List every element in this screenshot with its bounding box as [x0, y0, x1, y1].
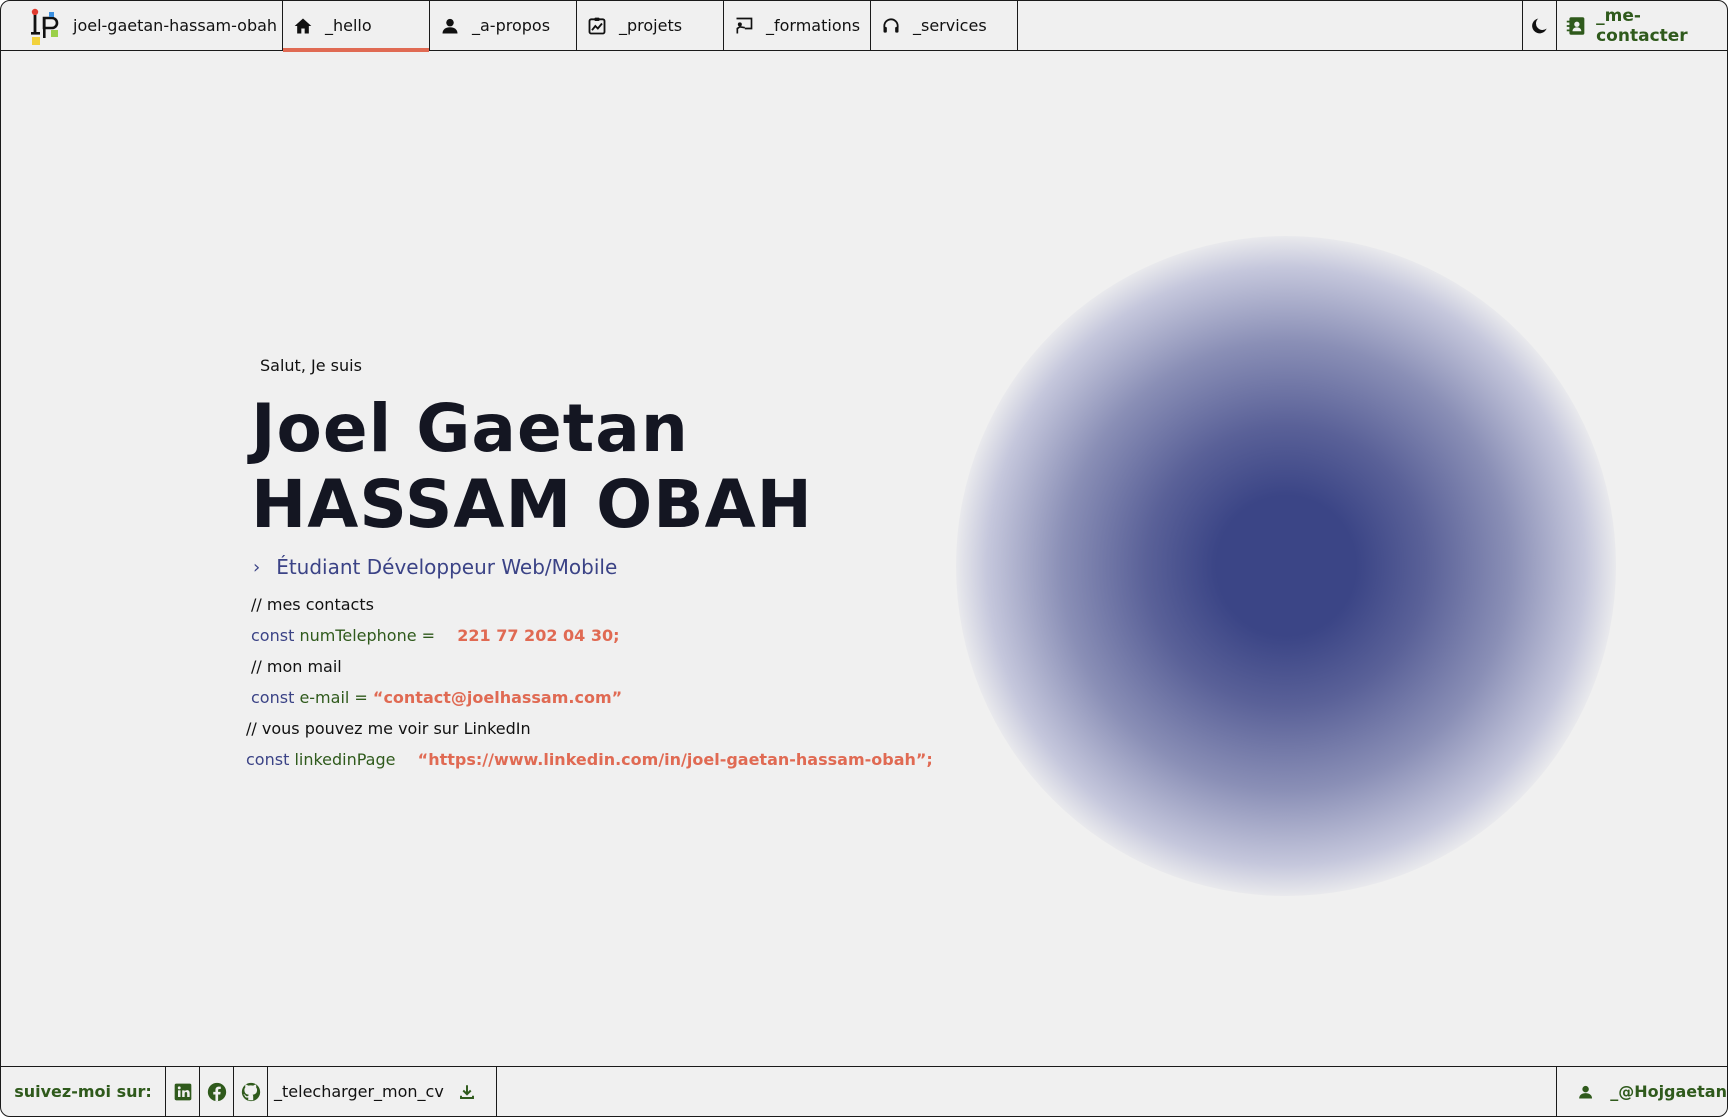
- contact-button[interactable]: _me-contacter: [1557, 1, 1727, 50]
- code-line-mail: const e-mail = “contact@joelhassam.com”: [251, 682, 933, 713]
- teacher-icon: [736, 17, 753, 33]
- moon-icon: [1531, 18, 1547, 33]
- footer-spacer: [497, 1067, 1557, 1116]
- tab-label: _services: [913, 16, 987, 35]
- role-line: › Étudiant Développeur Web/Mobile: [251, 555, 933, 579]
- chart-icon: [588, 17, 606, 34]
- mail-link[interactable]: “contact@joelhassam.com”: [373, 688, 622, 707]
- tab-label: _formations: [766, 16, 861, 35]
- comment-contacts: // mes contacts: [251, 595, 374, 614]
- tab-hello[interactable]: _hello: [283, 1, 430, 52]
- linkedin-link[interactable]: “https://www.linkedin.com/in/joel-gaetan…: [418, 750, 933, 769]
- comment-mail: // mon mail: [251, 657, 342, 676]
- contact-card-icon: [1566, 16, 1585, 35]
- home-icon: [294, 18, 312, 33]
- contact-label: _me-contacter: [1596, 5, 1688, 46]
- handle-label: _@Hojgaetan: [1610, 1082, 1727, 1101]
- keyword-const: const: [246, 750, 290, 769]
- comment-linkedin: // vous pouvez me voir sur LinkedIn: [246, 719, 531, 738]
- footer: suivez-moi sur: _telecharger_mon_cv _@Ho…: [1, 1066, 1727, 1116]
- facebook-button[interactable]: [200, 1067, 234, 1116]
- tab-a-propos[interactable]: _a-propos: [430, 1, 577, 50]
- download-icon: [459, 1084, 474, 1099]
- keyword-const: const: [251, 626, 295, 645]
- hero-name-first: Joel Gaetan: [251, 390, 689, 467]
- theme-toggle-button[interactable]: [1523, 1, 1557, 50]
- chevron-right-icon: ›: [253, 556, 261, 578]
- gradient-orb: [956, 236, 1616, 896]
- nav-spacer: [1018, 1, 1523, 50]
- code-line-phone: const numTelephone = 221 77 202 04 30;: [251, 620, 933, 651]
- linkedin-button[interactable]: [166, 1067, 200, 1116]
- hero-name-last: HASSAM OBAH: [251, 466, 813, 543]
- code-line-linkedin: const linkedinPage “https://www.linkedin…: [246, 744, 933, 775]
- handle-link[interactable]: _@Hojgaetan: [1557, 1067, 1727, 1116]
- top-navigation: joel-gaetan-hassam-obah _hello _a-propos…: [1, 1, 1727, 52]
- greeting-text: Salut, Je suis: [260, 356, 362, 375]
- tab-projets[interactable]: _projets: [577, 1, 724, 50]
- hero-section: Salut, Je suis Joel Gaetan HASSAM OBAH ›…: [246, 356, 933, 775]
- github-icon: [241, 1082, 260, 1101]
- tab-label: _hello: [325, 16, 372, 35]
- hero-name: Joel Gaetan HASSAM OBAH: [251, 391, 933, 543]
- variable-mail: e-mail =: [299, 688, 368, 707]
- tab-services[interactable]: _services: [871, 1, 1018, 50]
- user-icon: [1579, 1085, 1593, 1098]
- variable-phone: numTelephone =: [299, 626, 436, 645]
- linkedin-icon: [174, 1083, 191, 1100]
- tab-formations[interactable]: _formations: [724, 1, 871, 50]
- keyword-const: const: [251, 688, 295, 707]
- code-block: // mes contacts const numTelephone = 221…: [246, 589, 933, 775]
- role-text: Étudiant Développeur Web/Mobile: [276, 555, 618, 579]
- cv-label: _telecharger_mon_cv: [274, 1082, 444, 1101]
- app-window: joel-gaetan-hassam-obah _hello _a-propos…: [0, 0, 1728, 1117]
- headset-icon: [883, 17, 899, 33]
- variable-linkedin: linkedinPage: [294, 750, 396, 769]
- follow-label: suivez-moi sur:: [1, 1067, 166, 1116]
- github-button[interactable]: [234, 1067, 268, 1116]
- user-icon: [442, 18, 458, 33]
- tab-label: _a-propos: [472, 16, 551, 35]
- logo-icon: [29, 6, 61, 46]
- facebook-icon: [207, 1082, 226, 1101]
- download-cv-button[interactable]: _telecharger_mon_cv: [268, 1067, 497, 1116]
- brand[interactable]: joel-gaetan-hassam-obah: [1, 1, 283, 50]
- brand-name: joel-gaetan-hassam-obah: [73, 16, 278, 35]
- tab-label: _projets: [619, 16, 683, 35]
- phone-value[interactable]: 221 77 202 04 30;: [457, 626, 619, 645]
